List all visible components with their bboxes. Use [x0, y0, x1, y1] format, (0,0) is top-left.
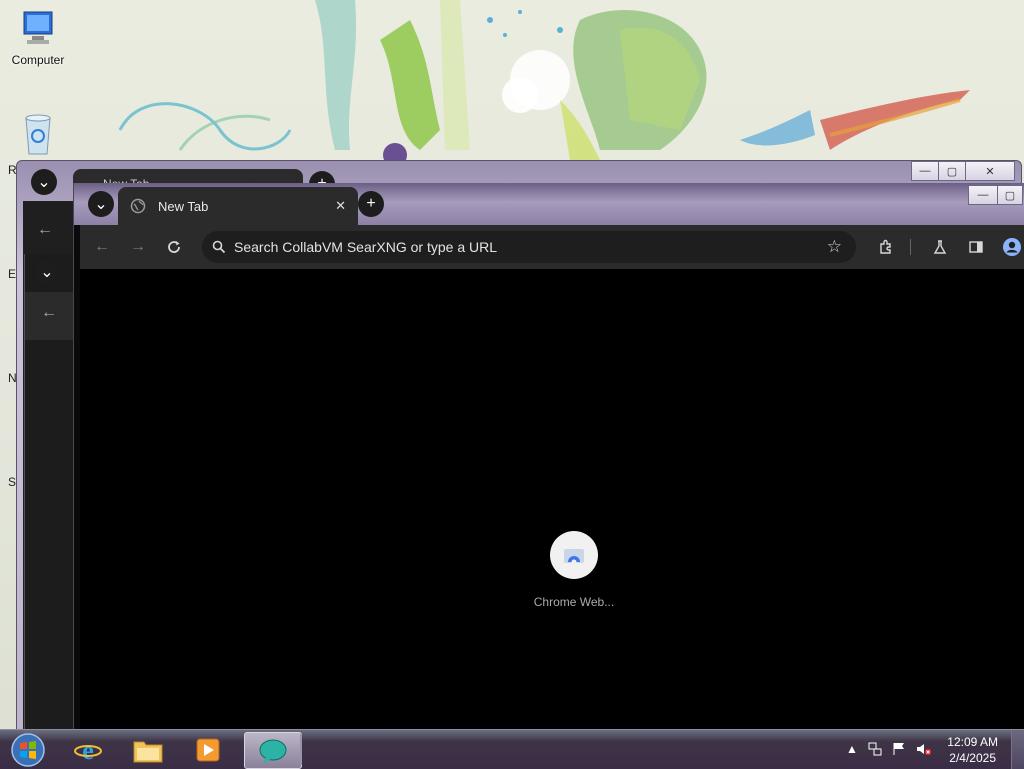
middle-browser-window[interactable]: ⌄ ←: [24, 254, 75, 730]
network-icon[interactable]: [868, 742, 882, 759]
tab-title: New Tab: [158, 198, 209, 214]
svg-text:e: e: [82, 736, 94, 765]
omnibox-input[interactable]: [232, 238, 796, 256]
maximize-icon: ▢: [1004, 189, 1016, 202]
desktop-icon-label: Computer: [11, 53, 65, 67]
browser-toolbar: ← → ☆: [80, 225, 1024, 269]
taskbar-file-explorer[interactable]: [120, 732, 176, 767]
shortcut-chrome-web-store[interactable]: Chrome Web...: [524, 531, 624, 609]
bookmark-star-icon[interactable]: ☆: [827, 237, 842, 257]
chrome-web-store-icon: [564, 549, 584, 564]
tab-new-tab[interactable]: New Tab ✕: [118, 187, 358, 225]
shortcut-label: Chrome Web...: [533, 595, 615, 609]
maximize-button[interactable]: ▢: [938, 161, 966, 181]
globe-icon: [130, 198, 146, 214]
maximize-button[interactable]: ▢: [997, 185, 1023, 205]
close-icon: ✕: [985, 165, 995, 178]
action-center-flag-icon[interactable]: [892, 742, 906, 759]
back-arrow-icon[interactable]: ←: [90, 235, 114, 259]
close-button[interactable]: ✕: [965, 161, 1015, 181]
clock-time: 12:09 AM: [947, 735, 998, 749]
internet-explorer-icon: e: [74, 736, 102, 765]
clock-date: 2/4/2025: [949, 751, 996, 765]
side-panel-icon[interactable]: [964, 235, 988, 259]
maximize-icon: ▢: [946, 165, 958, 178]
reload-icon[interactable]: [162, 235, 186, 259]
desktop-icon-computer[interactable]: Computer: [6, 8, 70, 67]
minimize-icon: —: [977, 189, 989, 201]
profile-avatar-icon[interactable]: [1000, 235, 1024, 259]
taskbar-chrome-canary[interactable]: [244, 732, 302, 769]
minimize-button[interactable]: —: [968, 185, 998, 205]
address-bar[interactable]: ☆: [202, 231, 856, 263]
start-button[interactable]: [0, 732, 56, 767]
taskbar-divider: [300, 734, 302, 765]
taskbar-media-player[interactable]: [180, 732, 236, 767]
media-player-icon: [196, 738, 220, 761]
show-desktop-button[interactable]: [1011, 730, 1024, 769]
windows-start-icon: [11, 732, 45, 767]
extensions-icon[interactable]: [874, 235, 898, 259]
recycle-bin-icon: [25, 114, 51, 155]
browser-window[interactable]: ⌄ New Tab ✕ + — ▢ ← → ☆: [73, 183, 1024, 731]
toolbar-divider: [910, 239, 911, 255]
search-icon: [212, 240, 226, 254]
chat-bubble-icon: [259, 739, 287, 764]
desktop-icon-recycle-bin[interactable]: [6, 110, 70, 163]
chevron-down-icon: ⌄: [94, 196, 108, 213]
tab-search-button[interactable]: ⌄: [88, 191, 114, 217]
plus-icon: +: [366, 195, 376, 212]
taskbar-internet-explorer[interactable]: e: [60, 732, 116, 767]
new-tab-page: Chrome Web...: [80, 269, 1024, 731]
show-hidden-icons-icon[interactable]: ▲: [846, 742, 858, 756]
back-arrow-icon[interactable]: ←: [41, 304, 57, 322]
back-arrow-icon[interactable]: ←: [37, 221, 53, 239]
labs-flask-icon[interactable]: [928, 235, 952, 259]
chevron-down-icon: ⌄: [37, 174, 51, 191]
middle-toolbar: ←: [25, 292, 75, 340]
taskbar: e ▲ 12:09 AM 2/4/2025: [0, 729, 1024, 769]
tab-search-button[interactable]: ⌄: [35, 260, 59, 284]
desktop-label-fragment: S: [8, 475, 17, 489]
volume-muted-icon[interactable]: [916, 742, 932, 759]
computer-icon: [23, 11, 53, 44]
tab-close-icon[interactable]: ✕: [335, 198, 346, 214]
tab-search-button[interactable]: ⌄: [31, 169, 57, 195]
system-clock[interactable]: 12:09 AM 2/4/2025: [947, 734, 998, 766]
desktop-label-fragment: E: [8, 267, 17, 281]
minimize-icon: —: [919, 165, 931, 177]
forward-arrow-icon[interactable]: →: [126, 235, 150, 259]
new-tab-button[interactable]: +: [358, 191, 384, 217]
chevron-down-icon: ⌄: [40, 264, 54, 281]
shortcut-icon-circle: [550, 531, 598, 579]
minimize-button[interactable]: —: [911, 161, 939, 181]
folder-icon: [133, 741, 163, 762]
